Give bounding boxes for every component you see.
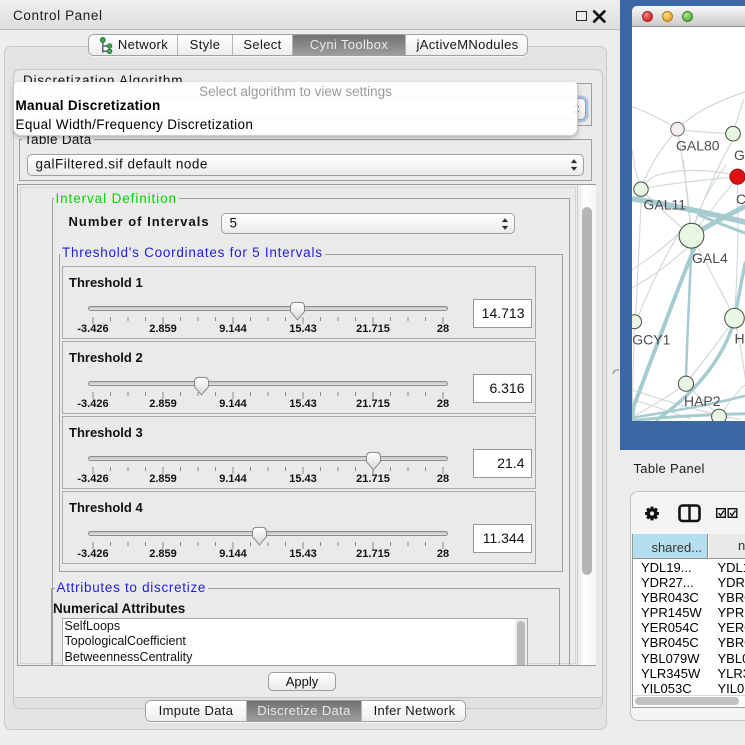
svg-text:GA: GA: [733, 147, 745, 163]
svg-text:C: C: [735, 191, 745, 207]
svg-text:H: H: [734, 331, 744, 347]
svg-text:GAL80: GAL80: [676, 138, 720, 154]
svg-text:GAL4: GAL4: [691, 250, 727, 266]
svg-text:GAL11: GAL11: [643, 197, 686, 213]
svg-text:HAP2: HAP2: [684, 393, 721, 409]
svg-text:GCY1: GCY1: [632, 332, 670, 348]
